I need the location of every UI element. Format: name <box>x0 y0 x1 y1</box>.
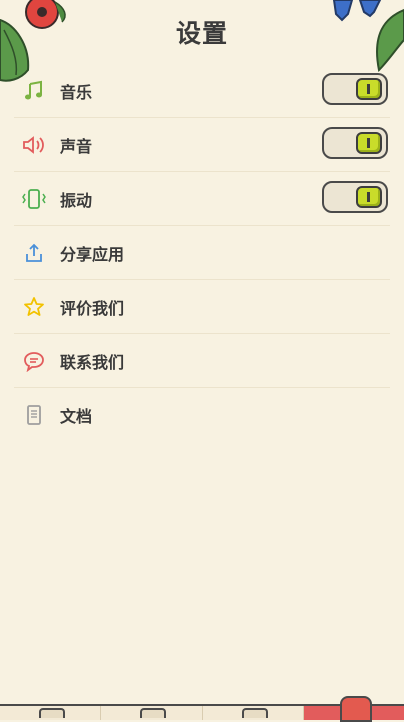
speaker-icon <box>14 134 54 156</box>
vibration-toggle[interactable] <box>322 181 388 213</box>
settings-row-rate[interactable]: 评价我们 <box>14 280 390 334</box>
music-toggle[interactable] <box>322 73 388 105</box>
settings-label: 分享应用 <box>60 244 125 264</box>
toggle-knob <box>356 186 382 208</box>
settings-row-document[interactable]: 文档 <box>14 388 390 441</box>
settings-list: 音乐 声音 振动 分享应用 评价我们 联系我们 文档 <box>14 64 390 441</box>
settings-row-music[interactable]: 音乐 <box>14 64 390 118</box>
vibrate-icon <box>14 188 54 210</box>
sound-toggle[interactable] <box>322 127 388 159</box>
chat-icon <box>14 350 54 372</box>
settings-tab-icon <box>339 696 372 722</box>
star-icon <box>14 296 54 318</box>
tab-2[interactable] <box>101 706 203 720</box>
bottom-tab-bar <box>0 696 404 722</box>
tab-3[interactable] <box>203 706 304 720</box>
settings-label: 文档 <box>60 406 93 426</box>
page-title: 设置 <box>175 19 228 48</box>
settings-row-share[interactable]: 分享应用 <box>14 226 390 280</box>
tab-2-icon <box>140 708 167 718</box>
settings-label: 评价我们 <box>60 298 125 318</box>
tab-3-icon <box>241 708 268 718</box>
settings-label: 联系我们 <box>60 352 125 372</box>
settings-row-sound[interactable]: 声音 <box>14 118 390 172</box>
settings-label: 音乐 <box>60 82 93 102</box>
toggle-knob <box>356 132 382 154</box>
settings-row-contact[interactable]: 联系我们 <box>14 334 390 388</box>
tab-1-icon <box>39 708 66 718</box>
document-icon <box>14 404 54 426</box>
share-icon <box>14 242 54 264</box>
settings-label: 声音 <box>60 136 93 156</box>
tab-settings[interactable] <box>303 696 404 722</box>
settings-row-vibration[interactable]: 振动 <box>14 172 390 226</box>
tab-1[interactable] <box>0 706 102 720</box>
music-note-icon <box>14 80 54 102</box>
toggle-knob <box>356 78 382 100</box>
settings-label: 振动 <box>60 190 93 210</box>
